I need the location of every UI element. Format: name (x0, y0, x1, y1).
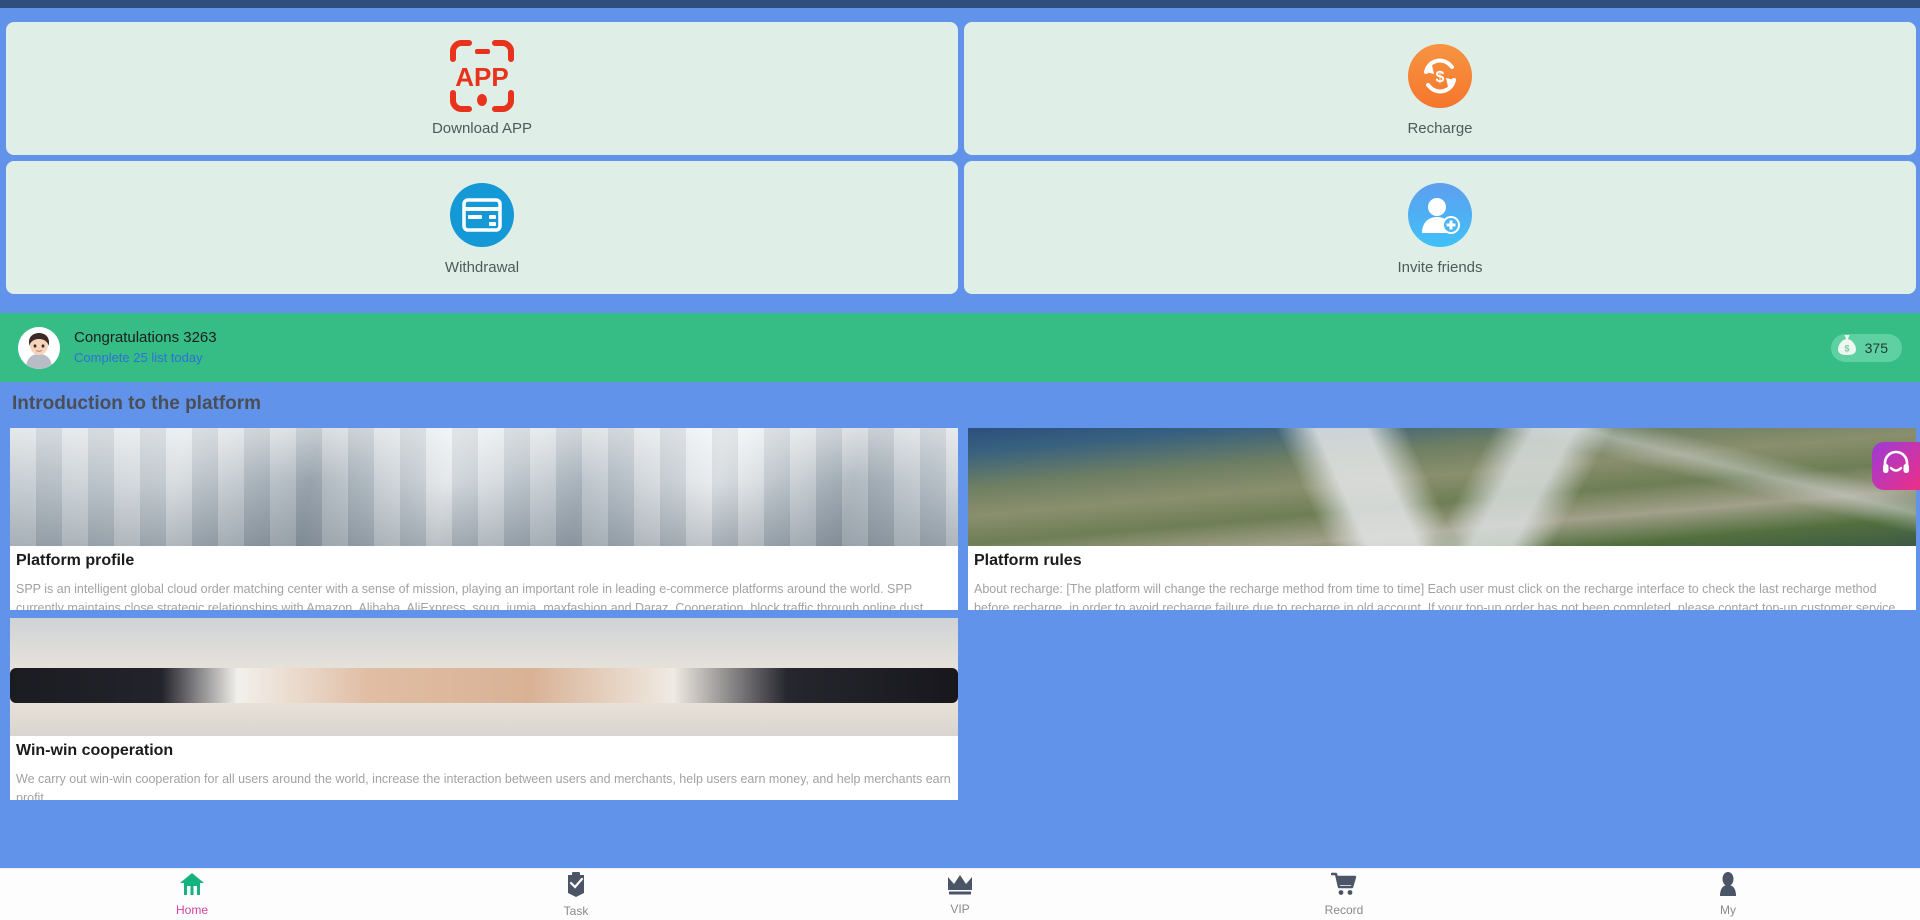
info-card-win-win-cooperation[interactable]: Win-win cooperation We carry out win-win… (10, 618, 958, 800)
quick-action-invite-friends[interactable]: Invite friends (964, 161, 1916, 294)
recharge-icon: $ (1404, 40, 1476, 112)
invite-friends-icon (1404, 179, 1476, 251)
customer-service-headset-icon (1881, 449, 1911, 484)
customer-service-button[interactable] (1872, 442, 1920, 490)
home-icon (179, 872, 205, 901)
shopping-cart-icon (1330, 872, 1357, 901)
quick-action-grid: APP Download APP $ Recharge Withdrawal I… (6, 22, 1916, 294)
congratulations-subtitle[interactable]: Complete 25 list today (74, 350, 217, 366)
quick-action-label: Download APP (431, 120, 533, 137)
nav-item-vip[interactable]: VIP (768, 873, 1152, 916)
clipboard-task-icon (564, 871, 588, 902)
app-download-icon: APP (446, 40, 518, 112)
svg-text:$: $ (1844, 344, 1849, 354)
congratulations-bar: Congratulations 3263 Complete 25 list to… (0, 313, 1920, 382)
crown-icon (947, 873, 973, 900)
withdrawal-card-icon (446, 179, 518, 251)
nav-item-task[interactable]: Task (384, 871, 768, 918)
info-card-body: Platform rules About recharge: [The plat… (968, 546, 1916, 610)
quick-action-withdrawal[interactable]: Withdrawal (6, 161, 958, 294)
congratulations-title: Congratulations 3263 (74, 329, 217, 346)
quick-action-label: Invite friends (1397, 259, 1483, 276)
info-card-title: Win-win cooperation (16, 742, 174, 759)
nav-item-my[interactable]: My (1536, 872, 1920, 917)
quick-action-label: Withdrawal (444, 259, 520, 276)
coin-balance-value: 375 (1864, 339, 1888, 356)
quick-action-recharge[interactable]: $ Recharge (964, 22, 1916, 155)
quick-action-download-app[interactable]: APP Download APP (6, 22, 958, 155)
info-card-body: Win-win cooperation We carry out win-win… (10, 736, 958, 800)
info-card-title: Platform profile (16, 552, 135, 569)
office-interior-photo (10, 428, 958, 546)
page-title: Introduction to the platform (12, 393, 262, 414)
svg-text:$: $ (1436, 69, 1445, 86)
quick-action-label: Recharge (1407, 120, 1473, 137)
coin-balance-pill[interactable]: $ 375 (1830, 333, 1902, 362)
nav-item-home[interactable]: Home (0, 872, 384, 917)
nav-item-label: Home (175, 903, 208, 917)
info-card-text: We carry out win-win cooperation for all… (16, 772, 951, 800)
nav-item-label: VIP (950, 902, 970, 916)
svg-text:APP: APP (455, 62, 508, 92)
nav-item-label: My (1720, 903, 1736, 917)
aerial-highway-photo (968, 428, 1916, 546)
person-icon (1717, 872, 1739, 901)
nav-item-record[interactable]: Record (1152, 872, 1536, 917)
congratulations-text-group: Congratulations 3263 Complete 25 list to… (74, 329, 217, 366)
money-bag-icon: $ (1837, 334, 1857, 361)
bottom-navigation: Home Task VIP Record My (0, 868, 1920, 920)
nav-item-label: Task (563, 903, 589, 918)
info-card-title: Platform rules (974, 552, 1082, 569)
handshake-photo (10, 618, 958, 736)
info-card-body: Platform profile SPP is an intelligent g… (10, 546, 958, 610)
info-card-platform-profile[interactable]: Platform profile SPP is an intelligent g… (10, 428, 958, 610)
nav-item-label: Record (1324, 903, 1364, 917)
info-card-text: SPP is an intelligent global cloud order… (16, 582, 924, 610)
info-card-platform-rules[interactable]: Platform rules About recharge: [The plat… (968, 428, 1916, 610)
introduction-card-grid: Platform profile SPP is an intelligent g… (10, 428, 1916, 800)
top-status-strip (0, 0, 1920, 8)
avatar (18, 326, 60, 369)
info-card-text: About recharge: [The platform will chang… (974, 582, 1896, 610)
app-root: APP Download APP $ Recharge Withdrawal I… (0, 0, 1920, 920)
